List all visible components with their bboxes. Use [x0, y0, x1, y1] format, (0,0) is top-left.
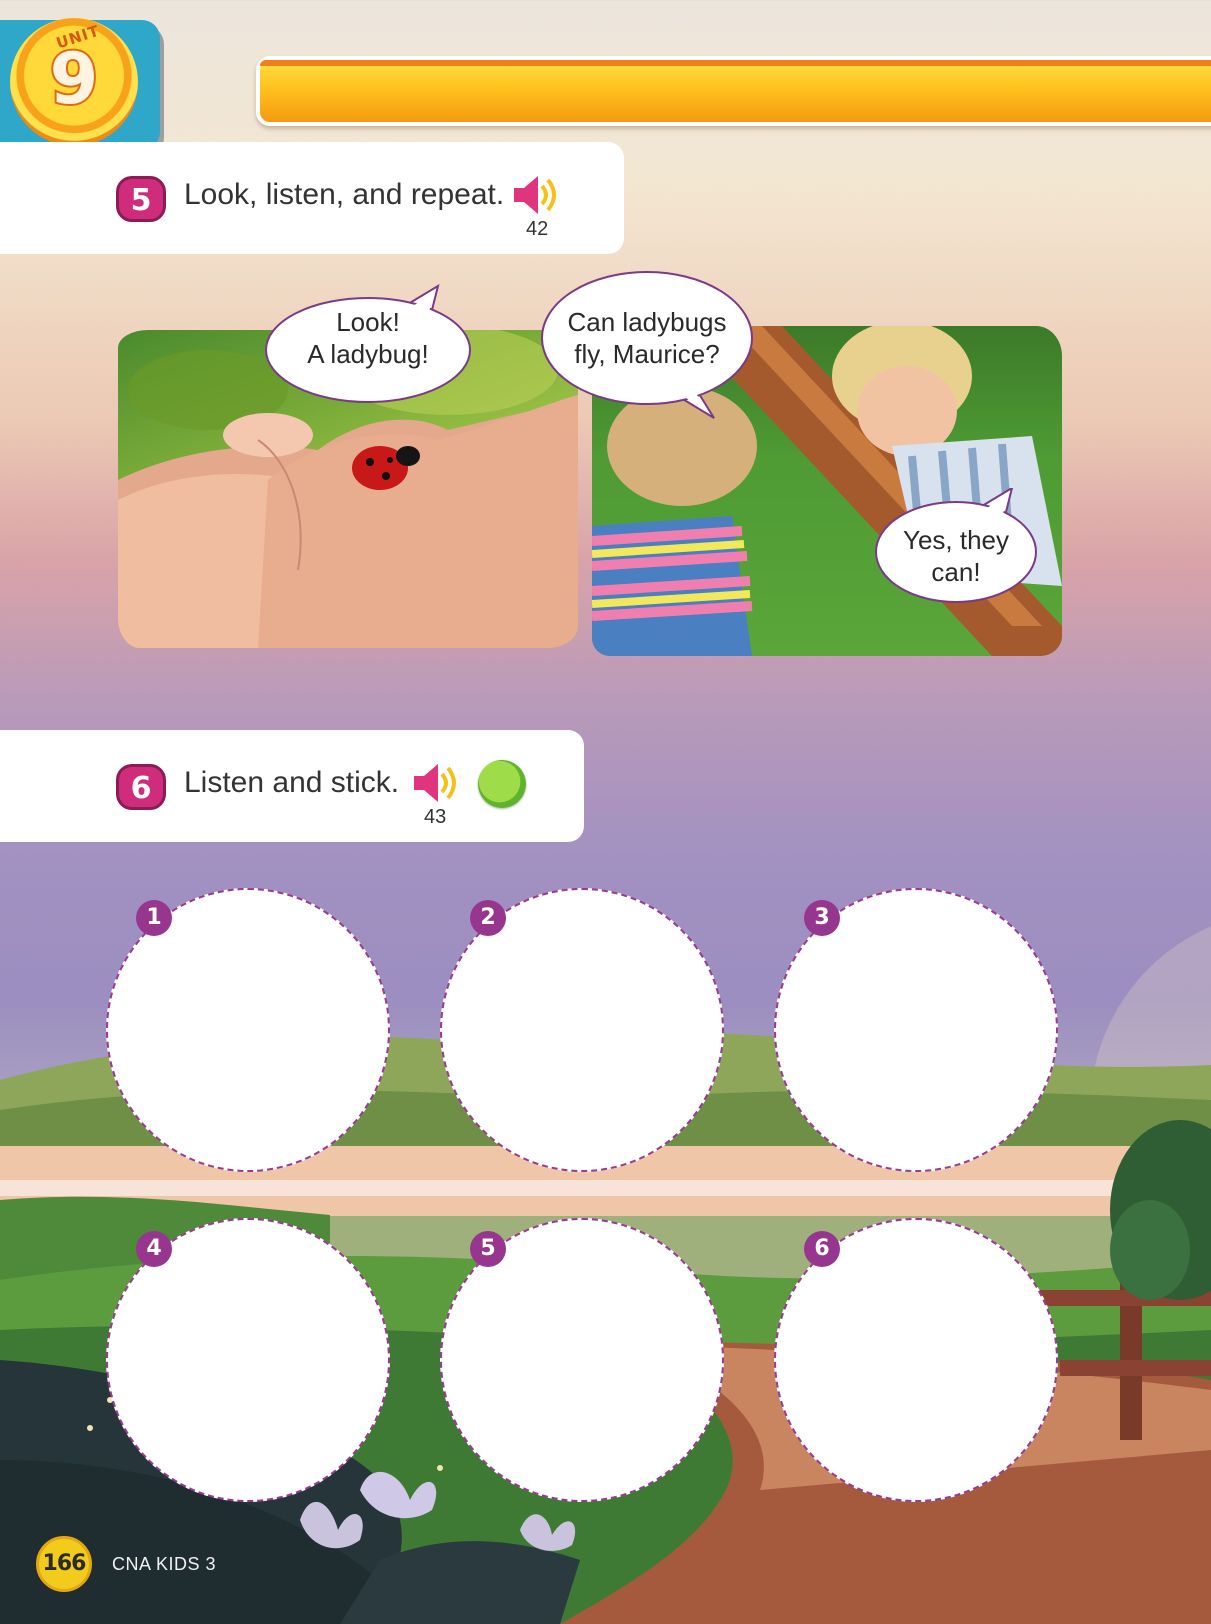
- slot-number-badge: 3: [804, 900, 840, 936]
- exercise-6-header: 6 Listen and stick. 43: [0, 730, 584, 842]
- exercise-5-header: 5 Look, listen, and repeat. 42: [0, 142, 624, 254]
- bubble-text-line: Look!: [336, 307, 400, 337]
- unit-badge: UNIT 9: [10, 18, 138, 146]
- audio-track-number: 43: [424, 806, 447, 828]
- bubble-text-line: can!: [931, 557, 981, 587]
- book-title: CNA KIDS 3: [112, 1554, 217, 1574]
- speech-bubble-look: Look! A ladybug!: [260, 282, 476, 406]
- speaker-icon[interactable]: [410, 758, 464, 808]
- title-banner: [256, 56, 1211, 126]
- bubble-text-line: Yes, they: [902, 525, 1009, 555]
- speech-bubble-question: Can ladybugs fly, Maurice?: [538, 266, 756, 422]
- slot-number-badge: 6: [804, 1231, 840, 1267]
- exercise-instruction: Listen and stick.: [184, 766, 400, 799]
- slot-number-badge: 1: [136, 900, 172, 936]
- exercise-number-badge: 5: [116, 176, 166, 222]
- slot-number-badge: 5: [470, 1231, 506, 1267]
- exercise-number-badge: 6: [116, 764, 166, 810]
- sticker-icon: [478, 760, 526, 808]
- unit-number: 9: [48, 36, 101, 122]
- audio-track-number: 42: [526, 218, 549, 240]
- speech-bubble-answer: Yes, they can!: [872, 488, 1040, 606]
- slot-number-badge: 2: [470, 900, 506, 936]
- exercise-instruction: Look, listen, and repeat.: [184, 178, 505, 211]
- page-number: 166: [36, 1536, 92, 1592]
- slot-number-badge: 4: [136, 1231, 172, 1267]
- bubble-text-line: A ladybug!: [307, 339, 429, 369]
- speaker-icon[interactable]: [510, 170, 564, 220]
- bubble-text-line: fly, Maurice?: [574, 339, 720, 369]
- bubble-text-line: Can ladybugs: [567, 307, 727, 337]
